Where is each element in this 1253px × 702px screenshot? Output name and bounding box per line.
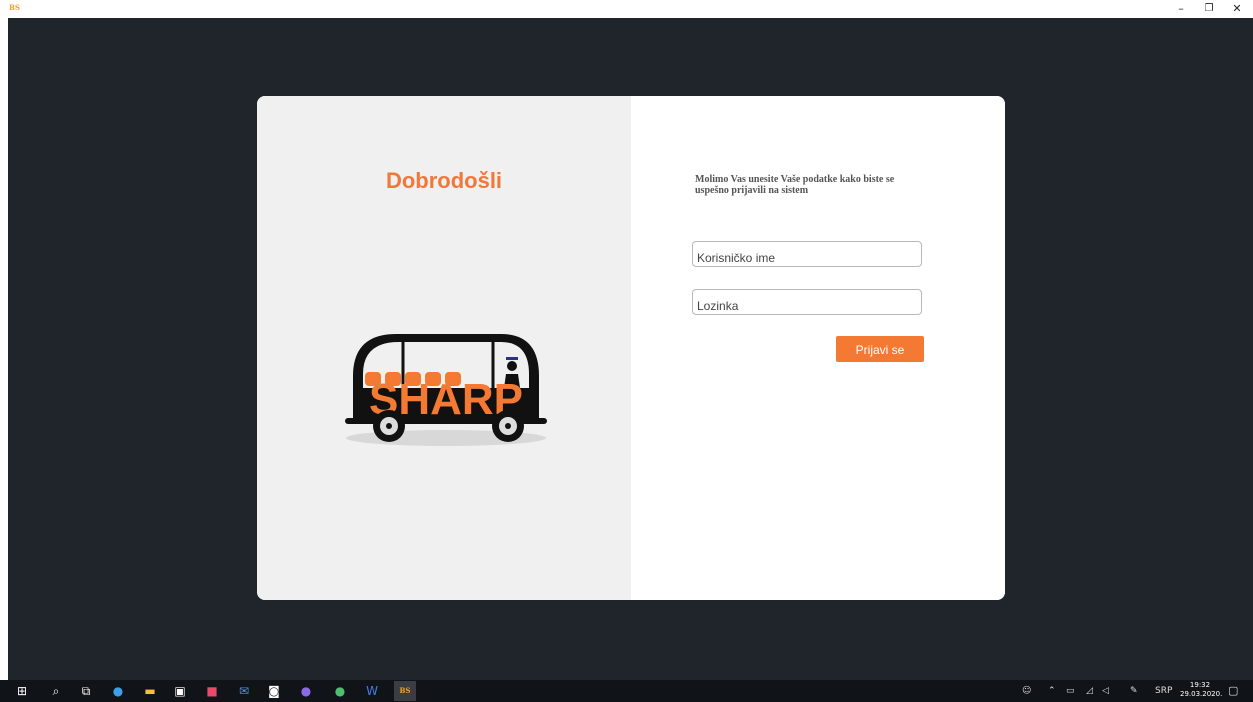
people-icon[interactable]: ☺ bbox=[1022, 684, 1031, 698]
login-button[interactable]: Prijavi se bbox=[836, 336, 924, 362]
store-icon[interactable]: ▣ bbox=[172, 683, 188, 699]
close-button[interactable]: ✕ bbox=[1226, 0, 1248, 18]
username-field[interactable] bbox=[692, 241, 922, 267]
pen-icon[interactable]: ✎ bbox=[1130, 684, 1138, 698]
login-instructions: Molimo Vas unesite Vaše podatke kako bis… bbox=[695, 174, 895, 196]
login-pane: Molimo Vas unesite Vaše podatke kako bis… bbox=[631, 96, 1005, 600]
username-input[interactable] bbox=[693, 242, 921, 266]
chevron-up-icon[interactable]: ⌃ bbox=[1048, 684, 1056, 698]
login-card: Dobrodošli SHARP Molimo Vas unesite Vaše… bbox=[257, 96, 1005, 600]
app-icon: BS bbox=[9, 3, 20, 12]
volume-icon[interactable]: ◁ bbox=[1102, 684, 1109, 698]
windows-start-icon[interactable]: ⊞ bbox=[14, 683, 30, 699]
file-explorer-icon[interactable]: ▬ bbox=[142, 683, 158, 699]
battery-icon[interactable]: ▭ bbox=[1066, 684, 1075, 698]
maximize-button[interactable]: ❐ bbox=[1198, 0, 1220, 18]
bus-logo-icon: SHARP bbox=[345, 334, 547, 446]
task-view-icon[interactable]: ⧉ bbox=[78, 683, 94, 699]
clock-time: 19:32 bbox=[1189, 681, 1211, 689]
network-icon[interactable]: ◿ bbox=[1086, 684, 1093, 698]
word-icon[interactable]: W bbox=[364, 683, 380, 699]
clock[interactable]: 19:32 29.03.2020. bbox=[1180, 681, 1223, 699]
edge-browser-icon[interactable]: ● bbox=[110, 683, 126, 699]
search-icon[interactable]: ⌕ bbox=[48, 683, 64, 699]
notifications-icon[interactable]: ▢ bbox=[1228, 684, 1238, 698]
welcome-title: Dobrodošli bbox=[385, 168, 503, 193]
taskbar-app-bs[interactable]: BS bbox=[394, 681, 416, 701]
password-field[interactable] bbox=[692, 289, 922, 315]
minimize-button[interactable]: – bbox=[1170, 0, 1192, 18]
window-titlebar: BS – ❐ ✕ bbox=[0, 0, 1253, 18]
language-indicator[interactable]: SRP bbox=[1155, 684, 1172, 698]
clock-date: 29.03.2020. bbox=[1180, 690, 1223, 698]
mail-icon[interactable]: ✉ bbox=[236, 683, 252, 699]
taskbar: ⊞ ⌕ ⧉ ● ▬ ▣ ■ ✉ ◙ ● ● W BS ☺ ⌃ ▭ ◿ ◁ ✎ S… bbox=[0, 680, 1253, 702]
gift-app-icon[interactable]: ■ bbox=[204, 683, 220, 699]
viber-icon[interactable]: ● bbox=[298, 683, 314, 699]
password-input[interactable] bbox=[693, 290, 921, 314]
chat-app-icon[interactable]: ● bbox=[332, 683, 348, 699]
camera-icon[interactable]: ◙ bbox=[266, 683, 282, 699]
welcome-pane: Dobrodošli SHARP bbox=[257, 96, 631, 600]
